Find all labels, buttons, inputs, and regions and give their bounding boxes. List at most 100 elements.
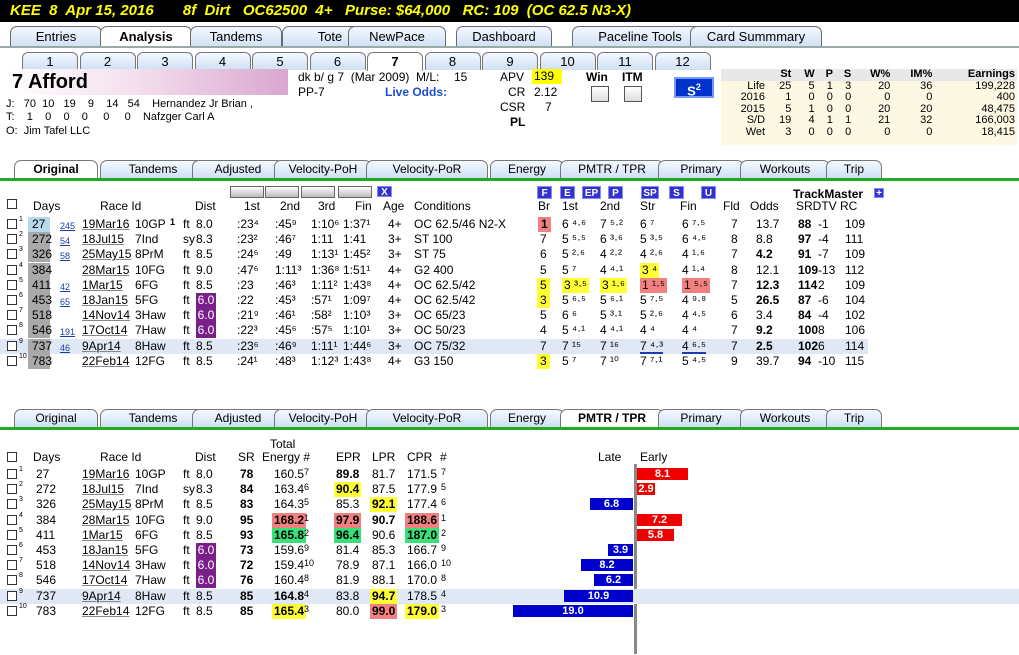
tab-top-adjusted[interactable]: Adjusted: [192, 160, 284, 178]
race-tab-6[interactable]: 6: [309, 52, 366, 70]
select-all-checkbox[interactable]: [7, 199, 17, 209]
race-tab-1[interactable]: 1: [22, 52, 78, 70]
row-checkbox[interactable]: [7, 590, 17, 601]
pace-letter-p[interactable]: P: [608, 186, 623, 199]
tab-top-pmtr-tpr[interactable]: PMTR / TPR: [560, 160, 664, 178]
row-checkbox[interactable]: [7, 499, 17, 510]
pmtr-row[interactable]: 1 27 19Mar16 10GP ft 8.0 78 160.5 7 89.8 81.7 171.5…: [0, 466, 1019, 482]
pmtr-row[interactable]: 2 272 18Jul15 7Ind sy 8.3 84 163.4 6 90.4 87.5 177.…: [0, 481, 1019, 498]
tab-bottom-velocity-por[interactable]: Velocity-PoR: [366, 409, 488, 427]
row-checkbox[interactable]: [7, 264, 17, 275]
pmtr-row[interactable]: 3 326 25May15 8PrM ft 8.5 83 164.3 5 85.3 92.1 177.…: [0, 496, 1019, 513]
row-checkbox[interactable]: [7, 529, 17, 540]
pp-row[interactable]: 5 411 42 1Mar15 6FG ft 8.5:23:46³ 1:11² 1:43⁸ 4+ O…: [0, 277, 868, 293]
menu-tab-dashboard[interactable]: Dashboard: [456, 26, 552, 47]
pace-letter-f[interactable]: F: [537, 186, 552, 199]
row-checkbox[interactable]: [7, 234, 17, 245]
grid2-header-race: Race Id: [100, 450, 142, 464]
race-tab-5[interactable]: 5: [252, 52, 308, 70]
pace-letter-s[interactable]: S: [669, 186, 684, 199]
plus-button[interactable]: +: [874, 188, 884, 199]
row-checkbox[interactable]: [7, 310, 17, 321]
race-tab-9[interactable]: 9: [482, 52, 538, 70]
tab-top-tandems[interactable]: Tandems: [100, 160, 206, 178]
s-button[interactable]: S2: [674, 77, 714, 98]
pp-row[interactable]: 4 384 28Mar15 10FG ft 9.0:47⁶ 1:11³ 1:36⁸ 1:51¹ 4…: [0, 262, 868, 278]
tab-bottom-trip[interactable]: Trip: [826, 409, 882, 427]
pp-row[interactable]: 8 546 191 17Oct14 7Haw ft 6.0:22³:45⁶:57⁵ 1:10¹…: [0, 322, 868, 339]
pace-letter-sp[interactable]: SP: [641, 186, 659, 199]
race-tab-2[interactable]: 2: [79, 52, 136, 70]
menu-tab-paceline-tools[interactable]: Paceline Tools: [572, 26, 708, 47]
tab-bottom-primary[interactable]: Primary: [658, 409, 744, 427]
tab-top-trip[interactable]: Trip: [826, 160, 882, 178]
pp-row[interactable]: 6 453 65 18Jan15 5FG ft 6.0:22:45³:57¹ 1:09⁷ 4+ O…: [0, 292, 868, 308]
select-all-checkbox-2[interactable]: [7, 452, 17, 462]
tab-top-energy[interactable]: Energy: [490, 160, 564, 178]
row-checkbox[interactable]: [7, 575, 17, 586]
x-button[interactable]: X: [377, 186, 392, 198]
row-checkbox[interactable]: [7, 605, 17, 616]
row-checkbox[interactable]: [7, 279, 17, 290]
pace-letter-e[interactable]: E: [560, 186, 575, 199]
row-checkbox[interactable]: [7, 340, 17, 351]
tab-bottom-tandems[interactable]: Tandems: [100, 409, 206, 427]
pp-row[interactable]: 3 326 58 25May15 8PrM ft 8.5:24⁶:49 1:13¹ 1:45² 3…: [0, 246, 868, 263]
row-checkbox[interactable]: [7, 325, 17, 336]
tab-top-workouts[interactable]: Workouts: [740, 160, 830, 178]
pp-row[interactable]: 7 518 14Nov14 3Haw ft 6.0:21⁹:46¹:58² 1:10³ 3+ O…: [0, 307, 868, 324]
pp-row[interactable]: 9 737 46 9Apr14 8Haw ft 8.5:23⁶:46⁹ 1:11¹ 1:44⁶ 3…: [0, 338, 868, 354]
pmtr-row[interactable]: 7 518 14Nov14 3Haw ft 6.0 72 159.4 10 78.9 87.1 166…: [0, 557, 1019, 574]
grid1-col-button[interactable]: [230, 186, 264, 198]
itm-button[interactable]: [624, 86, 642, 102]
menu-tab-newpace[interactable]: NewPace: [348, 26, 446, 47]
row-checkbox[interactable]: [7, 219, 17, 229]
pmtr-row[interactable]: 6 453 18Jan15 5FG ft 6.0 73 159.6 9 81.4 85.3 166.7…: [0, 542, 1019, 558]
tab-bottom-adjusted[interactable]: Adjusted: [192, 409, 284, 427]
row-checkbox[interactable]: [7, 545, 17, 555]
horse-name[interactable]: 7 Afford: [6, 69, 288, 95]
race-tab-10[interactable]: 10: [539, 52, 596, 70]
tab-top-velocity-por[interactable]: Velocity-PoR: [366, 160, 488, 178]
win-button[interactable]: [591, 86, 609, 102]
menu-tab-card-summmary[interactable]: Card Summmary: [690, 26, 822, 47]
pp-row[interactable]: 10 783 22Feb14 12FG ft 8.5:24¹:48³ 1:12³ 1:43⁸ 4…: [0, 353, 868, 369]
tab-top-original[interactable]: Original: [14, 160, 98, 179]
pmtr-days: 518: [36, 558, 57, 573]
race-tab-11[interactable]: 11: [597, 52, 653, 70]
tab-bottom-velocity-poh[interactable]: Velocity-PoH: [274, 409, 372, 427]
row-checkbox[interactable]: [7, 469, 17, 479]
tab-bottom-energy[interactable]: Energy: [490, 409, 564, 427]
row-checkbox[interactable]: [7, 249, 17, 260]
race-tab-3[interactable]: 3: [137, 52, 193, 70]
live-odds-label[interactable]: Live Odds:: [385, 85, 447, 99]
pmtr-row[interactable]: 10 783 22Feb14 12FG ft 8.5 85 165.4 3 80.0 99.0 179…: [0, 603, 1019, 619]
grid1-col-button[interactable]: [338, 186, 372, 198]
tab-bottom-original[interactable]: Original: [14, 409, 98, 427]
menu-tab-tandems[interactable]: Tandems: [190, 26, 282, 47]
pp-row[interactable]: 2 272 54 18Jul15 7Ind sy 8.3:23²:46⁷ 1:11 1:41 3+…: [0, 231, 868, 248]
tab-top-velocity-poh[interactable]: Velocity-PoH: [274, 160, 372, 178]
race-tab-12[interactable]: 12: [654, 52, 711, 70]
race-tab-4[interactable]: 4: [194, 52, 251, 70]
grid1-col-button[interactable]: [301, 186, 335, 198]
row-checkbox[interactable]: [7, 484, 17, 495]
menu-tab-analysis[interactable]: Analysis: [100, 26, 192, 48]
race-tab-8[interactable]: 8: [424, 52, 481, 70]
tab-bottom-workouts[interactable]: Workouts: [740, 409, 830, 427]
row-checkbox[interactable]: [7, 295, 17, 305]
row-checkbox[interactable]: [7, 514, 17, 525]
row-checkbox[interactable]: [7, 560, 17, 571]
tab-bottom-pmtr-tpr[interactable]: PMTR / TPR: [560, 409, 664, 428]
pp-row[interactable]: 1 27 245 19Mar16 10GP 1 ft 8.0:23⁴:45⁹ 1:10⁶ 1:37…: [0, 216, 868, 232]
row-checkbox[interactable]: [7, 355, 17, 366]
pace-letter-ep[interactable]: EP: [582, 186, 601, 199]
menu-tab-entries[interactable]: Entries: [10, 26, 102, 47]
pmtr-row[interactable]: 9 737 9Apr14 8Haw ft 8.5 85 164.8 4 83.8 94.7 178.5…: [0, 588, 1019, 604]
pmtr-row[interactable]: 4 384 28Mar15 10FG ft 9.0 95 168.2 1 97.9 90.7 188.…: [0, 512, 1019, 528]
pmtr-row[interactable]: 8 546 17Oct14 7Haw ft 6.0 76 160.4 8 81.9 88.1 170.…: [0, 572, 1019, 589]
grid1-col-button[interactable]: [265, 186, 299, 198]
pmtr-row[interactable]: 5 411 1Mar15 6FG ft 8.5 93 165.8 2 96.4 90.6 187.0 2…: [0, 527, 1019, 543]
tab-top-primary[interactable]: Primary: [658, 160, 744, 178]
pace-letter-u[interactable]: U: [701, 186, 716, 199]
